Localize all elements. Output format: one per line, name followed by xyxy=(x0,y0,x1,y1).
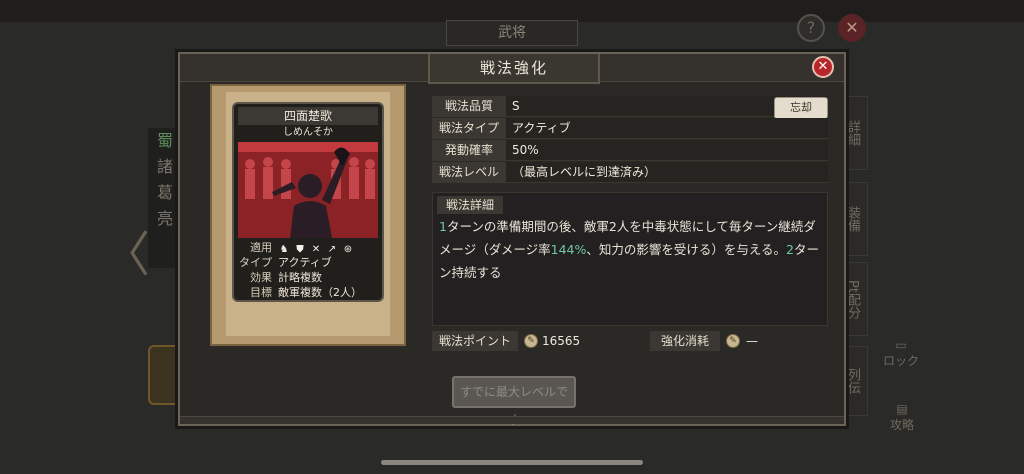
upgrade-cost-value: — xyxy=(746,334,758,348)
general-faction-initial: 蜀 xyxy=(156,131,173,150)
tactic-detail-label: 戦法詳細 xyxy=(437,196,503,214)
card-type-row: タイプ アクティブ xyxy=(234,255,382,270)
tactic-detail-text: 1ターンの準備期間の後、敵軍2人を中毒状態にして毎ターン継続ダメージ（ダメージ率… xyxy=(439,215,823,284)
background-close-icon[interactable]: ✕ xyxy=(838,14,866,42)
background-top-bar xyxy=(0,0,1024,22)
card-type-label: タイプ xyxy=(239,256,272,269)
tactic-card-name: 四面楚歌 xyxy=(238,107,378,125)
tactic-points-label: 戦法ポイント xyxy=(432,331,518,351)
dialog-footer-bar xyxy=(180,416,844,424)
tactic-level-label: 戦法レベル xyxy=(432,162,506,183)
card-effect-value: 計略複数 xyxy=(278,271,322,284)
tactic-type-value: アクティブ xyxy=(506,118,828,139)
tactic-card-reading: しめんそか xyxy=(283,127,333,138)
general-name-char: 諸 xyxy=(156,157,173,176)
general-name-char: 亮 xyxy=(156,209,173,228)
tactic-level-row: 戦法レベル （最高レベルに到達済み） xyxy=(432,162,828,183)
tactic-quality-label: 戦法品質 xyxy=(432,96,506,117)
card-apply-icons: ♞ ⛊ ✕ ↗ ⊛ xyxy=(278,241,378,255)
upgrade-cost-row: 強化消耗 ✎ — xyxy=(650,331,828,351)
tactic-upgrade-dialog: 戦法強化 ✕ 四面楚歌 しめんそか 適用 ♞ ⛊ ✕ ↗ ⊛ タイプ アクティブ… xyxy=(178,52,846,427)
tactic-card: 四面楚歌 しめんそか 適用 ♞ ⛊ ✕ ↗ ⊛ タイプ アクティブ 効果 計略複… xyxy=(232,102,384,302)
help-icon[interactable]: ? xyxy=(797,14,825,42)
card-effect-row: 効果 計略複数 xyxy=(234,270,382,285)
lock-icon: ▭ xyxy=(895,338,907,352)
close-icon[interactable]: ✕ xyxy=(812,56,834,78)
general-name-panel: 蜀 諸 葛 亮 xyxy=(148,128,182,268)
tactic-card-artwork xyxy=(238,142,378,238)
tactic-card-attributes: 適用 ♞ ⛊ ✕ ↗ ⊛ タイプ アクティブ 効果 計略複数 目標 敵軍複数（2人） xyxy=(234,240,382,300)
home-indicator[interactable] xyxy=(381,460,643,465)
tactic-points-value: 16565 xyxy=(542,334,581,348)
tactic-type-row: 戦法タイプ アクティブ xyxy=(432,118,828,139)
dialog-title: 戦法強化 xyxy=(428,54,600,84)
card-effect-label: 効果 xyxy=(250,271,272,284)
activation-rate-row: 発動確率 50% xyxy=(432,140,828,161)
tactic-type-label: 戦法タイプ xyxy=(432,118,506,139)
activation-rate-label: 発動確率 xyxy=(432,140,506,161)
detail-highlight: 1 xyxy=(439,219,447,234)
tactic-points-row: 戦法ポイント ✎ 16565 xyxy=(432,331,620,351)
forget-button[interactable]: 忘却 xyxy=(774,97,828,119)
coin-icon: ✎ xyxy=(726,334,740,348)
card-apply-row: 適用 ♞ ⛊ ✕ ↗ ⊛ xyxy=(234,240,382,255)
coin-icon: ✎ xyxy=(524,334,538,348)
tactic-level-value: （最高レベルに到達済み） xyxy=(506,162,828,183)
detail-highlight: 144% xyxy=(550,242,587,257)
card-target-row: 目標 敵軍複数（2人） xyxy=(234,285,382,300)
tactic-info-panel: 戦法品質 S 忘却 戦法タイプ アクティブ 発動確率 50% 戦法レベル （最高… xyxy=(432,96,828,184)
upgrade-button[interactable]: すでに最大レベルです xyxy=(452,376,576,427)
lock-label: ロック xyxy=(882,354,919,368)
card-target-label: 目標 xyxy=(250,286,272,299)
tactic-quality-row: 戦法品質 S 忘却 xyxy=(432,96,828,119)
chevron-left-icon[interactable]: 〈 xyxy=(102,215,150,285)
activation-rate-value: 50% xyxy=(506,140,828,161)
detail-text-segment: 、知力の影響を受ける）を与える。 xyxy=(586,242,787,257)
tactic-artwork-image xyxy=(238,142,378,238)
scroll-icon: ▤ xyxy=(896,402,908,416)
detail-highlight: 2 xyxy=(786,242,794,257)
strategy-guide-label: 攻略 xyxy=(889,418,914,432)
card-type-value: アクティブ xyxy=(278,256,332,269)
background-screen-title: 武将 xyxy=(446,20,578,46)
tactic-detail-box: 戦法詳細 1ターンの準備期間の後、敵軍2人を中毒状態にして毎ターン継続ダメージ（… xyxy=(432,192,828,326)
lock-button[interactable]: ▭ ロック xyxy=(875,338,927,369)
card-target-value: 敵軍複数（2人） xyxy=(278,286,362,299)
card-apply-label: 適用 xyxy=(250,241,272,254)
upgrade-cost-label: 強化消耗 xyxy=(650,331,720,351)
tactic-scroll: 四面楚歌 しめんそか 適用 ♞ ⛊ ✕ ↗ ⊛ タイプ アクティブ 効果 計略複… xyxy=(210,84,406,346)
strategy-guide-button[interactable]: ▤ 攻略 xyxy=(877,402,927,433)
general-name-char: 葛 xyxy=(156,183,173,202)
